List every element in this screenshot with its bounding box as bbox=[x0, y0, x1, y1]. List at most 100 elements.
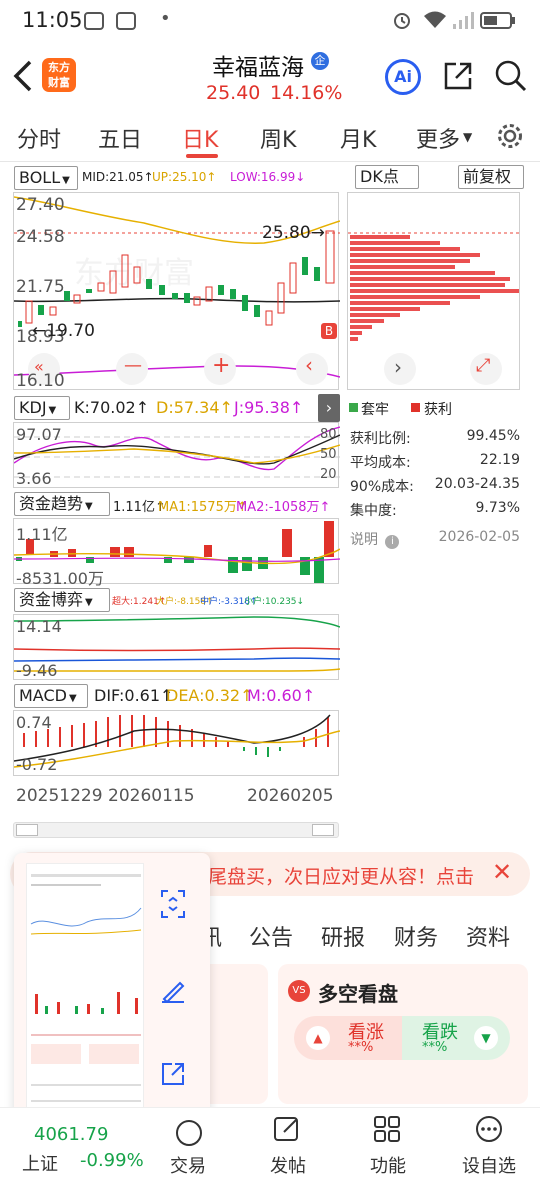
dropdown-icon: ▼ bbox=[62, 175, 70, 186]
gear-icon[interactable] bbox=[496, 122, 524, 150]
fund-game-header: 资金博弈 ▼ 超大:1.241↑ 大户:-8.158↑ 中户:-3.318↑ 小户… bbox=[14, 588, 344, 612]
chip-next-icon[interactable]: › bbox=[394, 355, 402, 379]
macd-y-top: 0.74 bbox=[16, 713, 52, 732]
tab-more[interactable]: 更多 bbox=[416, 122, 460, 154]
search-icon[interactable] bbox=[494, 59, 528, 93]
close-icon[interactable]: ✕ bbox=[492, 858, 512, 886]
tab-yuek[interactable]: 月K bbox=[340, 122, 376, 154]
edit-icon[interactable] bbox=[160, 977, 186, 1003]
zoom-out-icon[interactable]: — bbox=[124, 355, 142, 376]
bottom-nav: 4061.79 上证 -0.99% 交易 发帖 功能 设自选 bbox=[0, 1107, 540, 1200]
macd-header: MACD ▼ DIF:0.61↑ DEA:0.32↑ M:0.60↑ bbox=[14, 684, 344, 708]
share-icon[interactable] bbox=[442, 60, 474, 92]
tab-research[interactable]: 研报 bbox=[321, 920, 365, 952]
bull-button[interactable]: ▲ 看涨 **% bbox=[294, 1016, 402, 1060]
zoom-in-icon[interactable]: + bbox=[212, 353, 230, 378]
share-out-icon[interactable] bbox=[160, 1061, 186, 1087]
scroll-handle-left[interactable] bbox=[16, 824, 38, 836]
post-icon[interactable] bbox=[272, 1114, 302, 1144]
fund-trend-name: 资金趋势 bbox=[19, 494, 84, 513]
tab-zhouk[interactable]: 周K bbox=[260, 122, 296, 154]
boll-up: UP:25.10↑ bbox=[152, 170, 217, 184]
date-label-1: 20251229 bbox=[16, 786, 103, 806]
active-tab-underline bbox=[186, 154, 218, 158]
macd-svg bbox=[13, 714, 341, 768]
panel-expand-button[interactable]: › bbox=[318, 394, 340, 422]
kdj-j: J:95.38↑ bbox=[234, 398, 304, 417]
legend-trap: 套牢 bbox=[361, 402, 389, 418]
boll-selector[interactable]: BOLL ▼ bbox=[14, 166, 78, 190]
tab-wuri[interactable]: 五日 bbox=[98, 122, 142, 154]
nav-post[interactable]: 发帖 bbox=[270, 1152, 306, 1178]
kline-chart[interactable]: 东方财富 27.40 24.58 21.75 18.93 16.10 25.80… bbox=[13, 192, 340, 391]
chip-row-avg-cost: 平均成本: 22.19 bbox=[350, 452, 520, 472]
screenshot-overlay[interactable] bbox=[14, 853, 210, 1121]
trade-icon[interactable] bbox=[174, 1118, 204, 1148]
date-label-2: 20260115 bbox=[108, 786, 195, 806]
stock-price: 25.40 bbox=[206, 82, 261, 104]
low-marker: ←19.70 bbox=[32, 321, 95, 341]
ai-label: Ai bbox=[394, 67, 412, 86]
y-label-1: 27.40 bbox=[16, 195, 65, 215]
function-icon[interactable] bbox=[372, 1114, 402, 1144]
boll-name: BOLL bbox=[19, 168, 61, 187]
scroll-left-icon[interactable]: « bbox=[34, 357, 44, 376]
chip-row-profit: 获利比例: 99.45% bbox=[350, 428, 520, 448]
fund-trend-ma1: MA1:1575万↑ bbox=[158, 500, 248, 515]
legend-profit: 获利 bbox=[424, 402, 452, 418]
time-scrollbar[interactable] bbox=[13, 822, 339, 838]
notification-icon bbox=[84, 12, 104, 30]
ai-button[interactable]: Ai bbox=[385, 59, 421, 95]
buy-marker: B bbox=[321, 323, 337, 339]
fuquan-label: 前复权 bbox=[463, 167, 512, 186]
fund-game-selector[interactable]: 资金博弈 ▼ bbox=[14, 588, 110, 612]
macd-chart: 0.74 -0.72 bbox=[13, 710, 341, 776]
back-arrow-icon[interactable] bbox=[12, 60, 34, 92]
scroll-right-icon[interactable]: ‹ bbox=[305, 353, 313, 377]
nav-trade[interactable]: 交易 bbox=[170, 1152, 206, 1178]
fund-trend-selector[interactable]: 资金趋势 ▼ bbox=[14, 492, 110, 516]
duokong-card[interactable]: VS 多空看盘 ▲ 看涨 **% 看跌 **% ▼ bbox=[278, 964, 528, 1104]
favorite-icon[interactable] bbox=[474, 1114, 504, 1144]
fuquan-selector[interactable]: 前复权 bbox=[458, 165, 524, 189]
tab-announcement[interactable]: 公告 bbox=[249, 920, 293, 952]
tab-finance[interactable]: 财务 bbox=[394, 920, 438, 952]
kdj-ref-50: 50 bbox=[320, 447, 337, 462]
chip-note[interactable]: 说明 bbox=[350, 532, 378, 548]
expand-icon[interactable]: ⤢ bbox=[476, 355, 490, 376]
chip-value: 20.03-24.35 bbox=[434, 476, 520, 492]
nav-function[interactable]: 功能 bbox=[370, 1152, 406, 1178]
kdj-selector[interactable]: KDJ ▼ bbox=[14, 396, 70, 420]
chip-value: 99.45% bbox=[466, 428, 520, 444]
tab-rik[interactable]: 日K bbox=[182, 122, 218, 154]
dropdown-icon: ▼ bbox=[48, 405, 57, 416]
thumbnail-svg bbox=[30, 874, 142, 1102]
dk-selector[interactable]: DK点 bbox=[355, 165, 419, 189]
nav-add-watchlist[interactable]: 设自选 bbox=[462, 1152, 516, 1178]
alarm-icon bbox=[394, 13, 410, 29]
kdj-name: KDJ bbox=[19, 398, 47, 417]
scan-icon[interactable] bbox=[160, 889, 186, 919]
app-logo: 东方财富 bbox=[42, 58, 76, 92]
kdj-y-bot: 3.66 bbox=[16, 469, 52, 488]
index-value[interactable]: 4061.79 bbox=[34, 1124, 108, 1145]
boll-header: BOLL ▼ MID:21.05↑ UP:25.10↑ LOW:16.99↓ bbox=[14, 166, 344, 190]
scroll-handle-right[interactable] bbox=[312, 824, 334, 836]
screenshot-thumbnail[interactable] bbox=[26, 863, 144, 1115]
chevron-down-icon: ▼ bbox=[463, 130, 473, 144]
chip-date: 2026-02-05 bbox=[438, 529, 520, 545]
status-dot: • bbox=[160, 8, 171, 29]
macd-m: M:0.60↑ bbox=[247, 686, 316, 705]
chip-row-90-cost: 90%成本: 20.03-24.35 bbox=[350, 476, 520, 496]
fund-game-small: 小户:10.235↓ bbox=[244, 597, 305, 607]
info-icon[interactable]: i bbox=[385, 535, 400, 549]
tab-profile[interactable]: 资料 bbox=[466, 920, 510, 952]
dropdown-icon: ▼ bbox=[85, 597, 93, 608]
bear-button[interactable]: 看跌 **% ▼ bbox=[402, 1016, 510, 1060]
kdj-ref-80: 80 bbox=[320, 427, 337, 442]
tab-fenshi[interactable]: 分时 bbox=[17, 122, 61, 154]
chip-value: 22.19 bbox=[479, 452, 520, 468]
banner-text: 尾盘买，次日应对更从容！点击 bbox=[208, 866, 475, 888]
chip-key: 获利比例: bbox=[350, 431, 411, 447]
macd-selector[interactable]: MACD ▼ bbox=[14, 684, 88, 708]
